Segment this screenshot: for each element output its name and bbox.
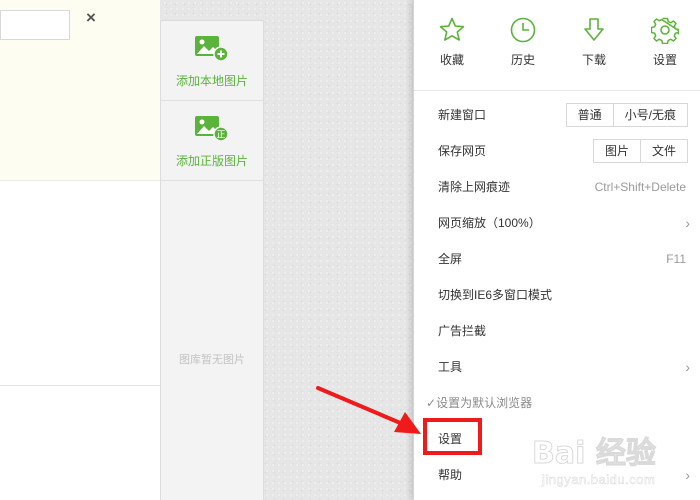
add-local-image-button[interactable]: 添加本地图片 [161, 21, 263, 101]
quick-actions-bar: 收藏 历史 下载 设置 [414, 0, 700, 91]
add-licensed-image-button[interactable]: 正 添加正版图片 [161, 101, 263, 181]
favorites-button[interactable]: 收藏 [427, 16, 477, 68]
menu-item-zoom[interactable]: 网页缩放（100%） › [414, 205, 700, 241]
new-window-private-button[interactable]: 小号/无痕 [612, 103, 688, 127]
watermark-logo: Bai 经验 [532, 436, 657, 472]
default-browser-text: ✓设置为默认浏览器 [426, 385, 532, 421]
settings-quick-button[interactable]: 设置 [640, 16, 690, 68]
licensed-image-icon: 正 [194, 113, 230, 146]
fullscreen-shortcut: F11 [666, 252, 686, 266]
history-label: 历史 [510, 53, 535, 67]
chevron-right-icon: › [685, 359, 690, 375]
new-window-label: 新建窗口 [438, 108, 487, 122]
add-image-icon [194, 33, 230, 66]
zoom-label: 网页缩放（100%） [438, 216, 541, 230]
divider [0, 385, 160, 386]
editor-panel: × [0, 0, 160, 500]
download-arrow-icon [584, 18, 604, 41]
empty-gallery-text: 图库暂无图片 [179, 354, 245, 366]
add-local-image-label: 添加本地图片 [175, 73, 248, 88]
history-button[interactable]: 历史 [498, 16, 548, 68]
menu-item-ad-block[interactable]: 广告拦截 [414, 313, 700, 349]
title-input[interactable] [0, 10, 70, 40]
downloads-button[interactable]: 下载 [569, 16, 619, 68]
licensed-badge: 正 [216, 130, 225, 140]
menu-item-ie6-mode[interactable]: 切换到IE6多窗口模式 [414, 277, 700, 313]
clear-history-label: 清除上网痕迹 [438, 180, 511, 194]
downloads-label: 下载 [581, 53, 606, 67]
save-as-image-button[interactable]: 图片 [592, 139, 641, 163]
ie6-mode-label: 切换到IE6多窗口模式 [438, 288, 553, 302]
gear-icon [651, 17, 679, 44]
fullscreen-label: 全屏 [438, 252, 463, 266]
menu-item-fullscreen[interactable]: 全屏 F11 [414, 241, 700, 277]
baidu-jingyan-watermark: Bai 经验 jingyan.baidu.com [532, 424, 700, 500]
new-window-options: 普通 小号/无痕 [565, 103, 688, 127]
save-as-file-button[interactable]: 文件 [639, 139, 688, 163]
menu-item-default-browser[interactable]: ✓设置为默认浏览器 [414, 385, 700, 421]
annotation-highlight-box [423, 418, 482, 455]
menu-item-tools[interactable]: 工具 › [414, 349, 700, 385]
menu-item-new-window[interactable]: 新建窗口 普通 小号/无痕 [414, 97, 700, 133]
menu-item-clear-history[interactable]: 清除上网痕迹 Ctrl+Shift+Delete [414, 169, 700, 205]
save-page-options: 图片 文件 [592, 139, 688, 163]
help-label: 帮助 [438, 468, 463, 482]
ad-block-label: 广告拦截 [438, 324, 487, 338]
menu-item-save-page[interactable]: 保存网页 图片 文件 [414, 133, 700, 169]
default-browser-label: 设置为默认浏览器 [436, 396, 533, 410]
tools-label: 工具 [438, 360, 463, 374]
close-icon[interactable]: × [86, 9, 96, 27]
image-panel: 添加本地图片 正 添加正版图片 图库暂无图片 [160, 20, 264, 500]
star-icon [439, 17, 465, 41]
save-page-label: 保存网页 [438, 144, 487, 158]
add-licensed-image-label: 添加正版图片 [175, 153, 248, 168]
watermark-url: jingyan.baidu.com [542, 472, 656, 488]
favorites-label: 收藏 [439, 53, 464, 67]
clear-history-shortcut: Ctrl+Shift+Delete [594, 180, 686, 194]
clock-icon [510, 17, 536, 43]
note-area[interactable]: × [0, 0, 160, 181]
chevron-right-icon: › [685, 215, 690, 231]
check-icon: ✓ [426, 396, 437, 410]
new-window-normal-button[interactable]: 普通 [565, 103, 614, 127]
settings-quick-label: 设置 [652, 53, 677, 67]
